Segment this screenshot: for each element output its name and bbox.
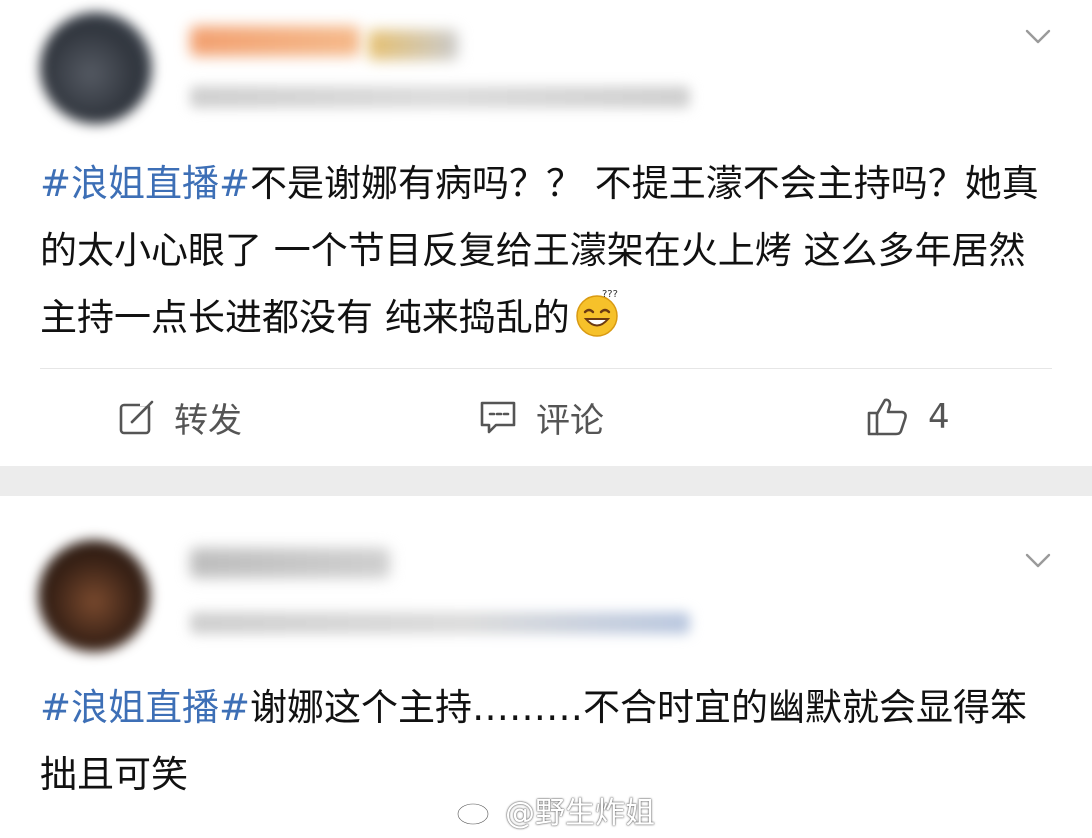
post-text: #浪姐直播#不是谢娜有病吗？？ 不提王濛不会主持吗？她真的太小心眼了 一个节目反… bbox=[40, 150, 1050, 351]
chevron-down-icon[interactable] bbox=[1024, 22, 1052, 50]
repost-icon bbox=[119, 400, 154, 435]
repost-button[interactable]: 转发 bbox=[118, 392, 242, 442]
post-card: #浪姐直播#不是谢娜有病吗？？ 不提王濛不会主持吗？她真的太小心眼了 一个节目反… bbox=[0, 0, 1092, 466]
hashtag-link[interactable]: #浪姐直播# bbox=[40, 162, 250, 205]
dizzy-smile-emoji: ??? bbox=[576, 289, 618, 337]
comment-button[interactable]: 评论 bbox=[478, 392, 604, 442]
like-button[interactable]: 4 bbox=[866, 392, 950, 442]
divider bbox=[40, 368, 1052, 369]
watermark: @野生炸姐 bbox=[455, 790, 655, 831]
username-blurred[interactable] bbox=[190, 26, 360, 56]
hashtag-link[interactable]: #浪姐直播# bbox=[40, 686, 250, 729]
avatar[interactable] bbox=[38, 540, 150, 652]
repost-label: 转发 bbox=[174, 400, 242, 441]
like-count: 4 bbox=[928, 397, 950, 437]
chevron-down-icon[interactable] bbox=[1024, 546, 1052, 574]
post-meta-blurred bbox=[190, 86, 690, 108]
username-blurred[interactable] bbox=[190, 548, 390, 578]
feed-separator bbox=[0, 466, 1092, 496]
weibo-icon bbox=[456, 796, 496, 826]
comment-icon bbox=[480, 401, 516, 434]
post-meta-blurred bbox=[190, 612, 690, 634]
weibo-feed: #浪姐直播#不是谢娜有病吗？？ 不提王濛不会主持吗？她真的太小心眼了 一个节目反… bbox=[0, 0, 1092, 838]
avatar[interactable] bbox=[40, 12, 152, 124]
thumbs-up-icon bbox=[867, 398, 907, 436]
watermark-text: @野生炸姐 bbox=[505, 796, 655, 831]
user-badge-blurred bbox=[368, 30, 458, 60]
svg-text:???: ??? bbox=[602, 289, 618, 300]
comment-label: 评论 bbox=[536, 400, 604, 441]
